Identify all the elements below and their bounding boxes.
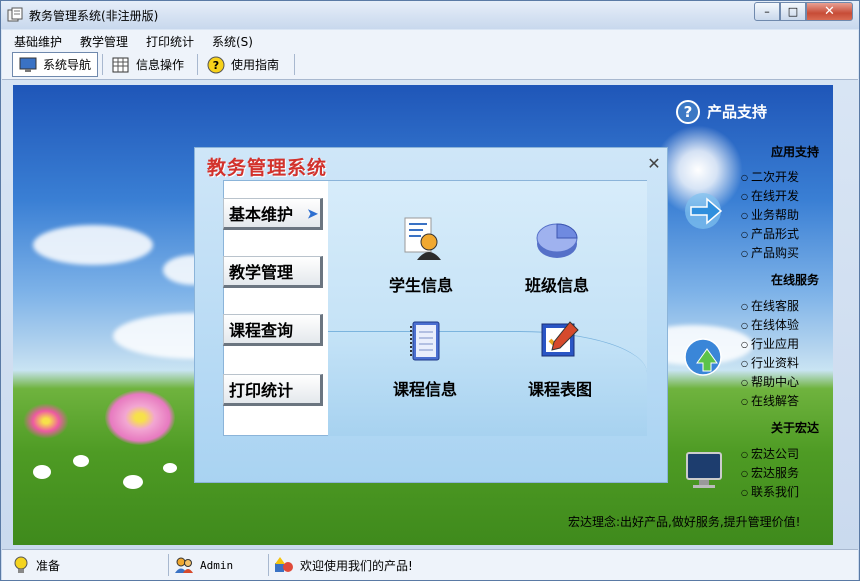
nav-print-statistics-button[interactable]: 打印统计 (223, 374, 323, 406)
link-company[interactable]: 宏达公司 (741, 445, 799, 462)
func-label: 课程信息 (393, 380, 458, 399)
nav-label: 基本维护 (229, 205, 294, 224)
users-icon (175, 557, 193, 573)
status-user-text: Admin (200, 558, 234, 572)
cloud (33, 225, 153, 265)
toolbar-label: 使用指南 (231, 58, 280, 72)
globe-upload-icon (684, 338, 722, 376)
link-contact[interactable]: 联系我们 (741, 483, 799, 500)
course-schedule-button[interactable]: 课程表图 (528, 318, 592, 400)
window-title: 教务管理系统(非注册版) (29, 9, 159, 23)
func-label: 班级信息 (525, 276, 590, 295)
maximize-button[interactable]: □ (780, 2, 806, 21)
toolbar-info-ops-button[interactable]: 信息操作 (106, 52, 190, 77)
menu-system[interactable]: 系统(S) (212, 33, 253, 50)
daisy-flower (123, 475, 143, 489)
status-user: Admin (174, 554, 233, 576)
student-icon (404, 217, 441, 260)
link-online-answer[interactable]: 在线解答 (741, 392, 799, 409)
daisy-flower (33, 465, 51, 479)
pie-chart-icon (536, 223, 578, 258)
daisy-flower (163, 463, 177, 473)
section-title-about: 关于宏达 (771, 421, 820, 435)
toolbar-label: 信息操作 (136, 58, 185, 72)
toolbar-separator (197, 54, 198, 75)
link-product-purchase[interactable]: 产品购买 (741, 244, 799, 261)
help-icon: ? (207, 56, 225, 73)
section-title-app-support: 应用支持 (771, 145, 820, 159)
link-help-center[interactable]: 帮助中心 (741, 373, 799, 390)
toolbar-user-guide-button[interactable]: ? 使用指南 (201, 52, 285, 77)
arrow-globe-icon (685, 193, 723, 229)
status-message: 欢迎使用我们的产品! (274, 554, 413, 576)
toolbar-separator (294, 54, 295, 75)
dialog-title: 教务管理系统 (207, 157, 328, 179)
cosmos-flower (105, 390, 175, 445)
status-state-text: 准备 (36, 558, 61, 573)
main-nav-dialog: 教务管理系统 ✕ 基本维护 ➤ 教学管理 课程查询 打印统计 学生信息 班级信息… (194, 147, 668, 483)
shapes-icon (275, 557, 293, 572)
nav-label: 教学管理 (229, 263, 294, 282)
help-icon: ? (676, 100, 700, 124)
app-icon (7, 7, 23, 22)
link-services[interactable]: 宏达服务 (741, 464, 799, 481)
svg-text:?: ? (213, 59, 219, 72)
product-support-header: 产品支持 (707, 103, 768, 121)
link-product-form[interactable]: 产品形式 (741, 225, 799, 242)
status-state: 准备 (12, 554, 60, 576)
status-message-text: 欢迎使用我们的产品! (300, 558, 413, 573)
daisy-flower (73, 455, 89, 467)
menu-teaching-management[interactable]: 教学管理 (80, 33, 128, 50)
schedule-icon (541, 321, 579, 357)
nav-label: 打印统计 (229, 381, 294, 400)
nav-course-query-button[interactable]: 课程查询 (223, 314, 323, 346)
course-info-button[interactable]: 课程信息 (393, 318, 457, 400)
menu-bar: 基础维护 教学管理 打印统计 系统(S) (2, 30, 858, 50)
paper-curl (328, 331, 647, 436)
status-separator (268, 554, 269, 576)
link-online-dev[interactable]: 在线开发 (741, 187, 799, 204)
arrow-right-icon: ➤ (307, 207, 318, 222)
toolbar-system-nav-button[interactable]: 系统导航 (12, 52, 99, 77)
title-bar[interactable]: 教务管理系统(非注册版) – □ ✕ (1, 1, 859, 29)
menu-print-statistics[interactable]: 打印统计 (146, 33, 194, 50)
notebook-icon (410, 321, 440, 361)
nav-label: 课程查询 (229, 321, 294, 340)
menu-basic-maintenance[interactable]: 基础维护 (14, 33, 62, 50)
class-info-button[interactable]: 班级信息 (525, 214, 589, 296)
section-title-online-service: 在线服务 (771, 273, 820, 287)
status-separator (168, 554, 169, 576)
link-online-cs[interactable]: 在线客服 (741, 297, 799, 314)
lightbulb-icon (14, 556, 28, 573)
close-button[interactable]: ✕ (806, 2, 853, 21)
toolbar-separator (102, 54, 103, 75)
cosmos-flower (23, 403, 69, 439)
toolbar: 系统导航 信息操作 ? 使用指南 (2, 50, 858, 80)
link-online-trial[interactable]: 在线体验 (741, 316, 799, 333)
minimize-button[interactable]: – (754, 2, 780, 21)
computer-monitor-icon (686, 452, 722, 488)
link-industry-docs[interactable]: 行业资料 (741, 354, 799, 371)
monitor-icon (19, 57, 37, 72)
app-window: 教务管理系统(非注册版) – □ ✕ 基础维护 教学管理 打印统计 系统(S) … (0, 0, 860, 581)
link-secondary-dev[interactable]: 二次开发 (741, 168, 799, 185)
grid-icon (112, 57, 129, 72)
company-slogan: 宏达理念:出好产品,做好服务,提升管理价值! (568, 515, 801, 529)
link-business-help[interactable]: 业务帮助 (741, 206, 799, 223)
nav-basic-maintenance-button[interactable]: 基本维护 ➤ (223, 198, 323, 230)
status-bar: 准备 Admin 欢迎使用我们的产品! (2, 549, 858, 580)
dialog-close-button[interactable]: ✕ (646, 156, 662, 172)
func-label: 课程表图 (528, 380, 593, 399)
func-label: 学生信息 (389, 276, 454, 295)
link-industry-app[interactable]: 行业应用 (741, 335, 799, 352)
student-info-button[interactable]: 学生信息 (389, 214, 453, 296)
toolbar-label: 系统导航 (43, 58, 92, 72)
nav-teaching-management-button[interactable]: 教学管理 (223, 256, 323, 288)
